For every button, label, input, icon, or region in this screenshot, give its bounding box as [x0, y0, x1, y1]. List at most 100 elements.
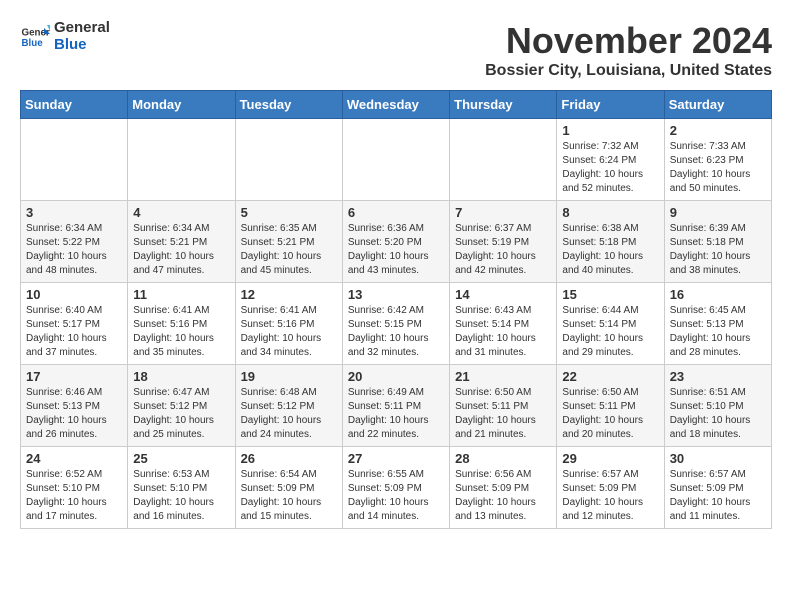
day-info: Sunrise: 7:33 AM Sunset: 6:23 PM Dayligh…: [670, 140, 766, 196]
calendar-cell: [450, 119, 557, 201]
day-info: Sunrise: 6:41 AM Sunset: 5:16 PM Dayligh…: [133, 304, 229, 360]
day-number: 25: [133, 451, 229, 466]
day-number: 14: [455, 287, 551, 302]
day-number: 6: [348, 205, 444, 220]
day-number: 4: [133, 205, 229, 220]
weekday-header-sunday: Sunday: [21, 91, 128, 119]
calendar-week-row: 17Sunrise: 6:46 AM Sunset: 5:13 PM Dayli…: [21, 365, 772, 447]
calendar-cell: [235, 119, 342, 201]
day-number: 3: [26, 205, 122, 220]
calendar-cell: 15 Sunrise: 6:44 AM Sunset: 5:14 PM Dayli…: [557, 283, 664, 365]
day-info: Sunrise: 6:36 AM Sunset: 5:20 PM Dayligh…: [348, 222, 444, 278]
day-number: 21: [455, 369, 551, 384]
day-info: Sunrise: 6:40 AM Sunset: 5:17 PM Dayligh…: [26, 304, 122, 360]
calendar-cell: 8 Sunrise: 6:38 AM Sunset: 5:18 PM Daylig…: [557, 201, 664, 283]
day-number: 30: [670, 451, 766, 466]
weekday-header-thursday: Thursday: [450, 91, 557, 119]
day-number: 8: [562, 205, 658, 220]
day-info: Sunrise: 6:43 AM Sunset: 5:14 PM Dayligh…: [455, 304, 551, 360]
title-block: November 2024 Bossier City, Louisiana, U…: [485, 20, 772, 80]
calendar-week-row: 3 Sunrise: 6:34 AM Sunset: 5:22 PM Daylig…: [21, 201, 772, 283]
day-info: Sunrise: 6:55 AM Sunset: 5:09 PM Dayligh…: [348, 468, 444, 524]
calendar-cell: 23Sunrise: 6:51 AM Sunset: 5:10 PM Dayli…: [664, 365, 771, 447]
day-number: 9: [670, 205, 766, 220]
calendar-week-row: 10 Sunrise: 6:40 AM Sunset: 5:17 PM Dayli…: [21, 283, 772, 365]
day-number: 12: [241, 287, 337, 302]
month-title: November 2024: [485, 20, 772, 62]
day-info: Sunrise: 6:50 AM Sunset: 5:11 PM Dayligh…: [455, 386, 551, 442]
day-number: 26: [241, 451, 337, 466]
day-info: Sunrise: 6:49 AM Sunset: 5:11 PM Dayligh…: [348, 386, 444, 442]
weekday-header-wednesday: Wednesday: [342, 91, 449, 119]
calendar-cell: 10 Sunrise: 6:40 AM Sunset: 5:17 PM Dayli…: [21, 283, 128, 365]
calendar-cell: 29 Sunrise: 6:57 AM Sunset: 5:09 PM Dayli…: [557, 447, 664, 529]
day-info: Sunrise: 6:35 AM Sunset: 5:21 PM Dayligh…: [241, 222, 337, 278]
calendar-cell: [21, 119, 128, 201]
day-info: Sunrise: 6:47 AM Sunset: 5:12 PM Dayligh…: [133, 386, 229, 442]
calendar-cell: 27 Sunrise: 6:55 AM Sunset: 5:09 PM Dayli…: [342, 447, 449, 529]
day-info: Sunrise: 6:54 AM Sunset: 5:09 PM Dayligh…: [241, 468, 337, 524]
day-info: Sunrise: 6:52 AM Sunset: 5:10 PM Dayligh…: [26, 468, 122, 524]
calendar-cell: 25Sunrise: 6:53 AM Sunset: 5:10 PM Dayli…: [128, 447, 235, 529]
calendar-cell: 4 Sunrise: 6:34 AM Sunset: 5:21 PM Daylig…: [128, 201, 235, 283]
day-number: 18: [133, 369, 229, 384]
calendar-cell: 24Sunrise: 6:52 AM Sunset: 5:10 PM Dayli…: [21, 447, 128, 529]
day-number: 23: [670, 369, 766, 384]
page-header: General Blue General Blue November 2024 …: [20, 20, 772, 80]
calendar-cell: 12Sunrise: 6:41 AM Sunset: 5:16 PM Dayli…: [235, 283, 342, 365]
logo-general: General: [54, 20, 110, 37]
calendar-cell: 7 Sunrise: 6:37 AM Sunset: 5:19 PM Daylig…: [450, 201, 557, 283]
day-number: 11: [133, 287, 229, 302]
calendar-cell: 6 Sunrise: 6:36 AM Sunset: 5:20 PM Daylig…: [342, 201, 449, 283]
day-number: 29: [562, 451, 658, 466]
calendar-cell: 9Sunrise: 6:39 AM Sunset: 5:18 PM Daylig…: [664, 201, 771, 283]
day-number: 5: [241, 205, 337, 220]
day-info: Sunrise: 6:38 AM Sunset: 5:18 PM Dayligh…: [562, 222, 658, 278]
calendar-cell: 16Sunrise: 6:45 AM Sunset: 5:13 PM Dayli…: [664, 283, 771, 365]
day-info: Sunrise: 6:50 AM Sunset: 5:11 PM Dayligh…: [562, 386, 658, 442]
weekday-header-monday: Monday: [128, 91, 235, 119]
day-info: Sunrise: 6:56 AM Sunset: 5:09 PM Dayligh…: [455, 468, 551, 524]
calendar-cell: 28Sunrise: 6:56 AM Sunset: 5:09 PM Dayli…: [450, 447, 557, 529]
calendar-cell: 19Sunrise: 6:48 AM Sunset: 5:12 PM Dayli…: [235, 365, 342, 447]
location-subtitle: Bossier City, Louisiana, United States: [485, 62, 772, 80]
logo-icon: General Blue: [20, 22, 50, 52]
calendar-cell: 21 Sunrise: 6:50 AM Sunset: 5:11 PM Dayli…: [450, 365, 557, 447]
calendar-cell: 14 Sunrise: 6:43 AM Sunset: 5:14 PM Dayli…: [450, 283, 557, 365]
weekday-header-saturday: Saturday: [664, 91, 771, 119]
day-info: Sunrise: 7:32 AM Sunset: 6:24 PM Dayligh…: [562, 140, 658, 196]
day-number: 10: [26, 287, 122, 302]
svg-text:Blue: Blue: [22, 38, 44, 49]
day-info: Sunrise: 6:57 AM Sunset: 5:09 PM Dayligh…: [562, 468, 658, 524]
calendar-cell: 2 Sunrise: 7:33 AM Sunset: 6:23 PM Daylig…: [664, 119, 771, 201]
calendar-cell: 13 Sunrise: 6:42 AM Sunset: 5:15 PM Dayli…: [342, 283, 449, 365]
day-info: Sunrise: 6:42 AM Sunset: 5:15 PM Dayligh…: [348, 304, 444, 360]
day-number: 22: [562, 369, 658, 384]
day-info: Sunrise: 6:44 AM Sunset: 5:14 PM Dayligh…: [562, 304, 658, 360]
day-number: 20: [348, 369, 444, 384]
calendar-cell: 18 Sunrise: 6:47 AM Sunset: 5:12 PM Dayli…: [128, 365, 235, 447]
calendar-cell: 22 Sunrise: 6:50 AM Sunset: 5:11 PM Dayli…: [557, 365, 664, 447]
calendar-cell: 5 Sunrise: 6:35 AM Sunset: 5:21 PM Daylig…: [235, 201, 342, 283]
calendar-cell: 20 Sunrise: 6:49 AM Sunset: 5:11 PM Dayli…: [342, 365, 449, 447]
calendar-cell: 17Sunrise: 6:46 AM Sunset: 5:13 PM Dayli…: [21, 365, 128, 447]
day-info: Sunrise: 6:34 AM Sunset: 5:22 PM Dayligh…: [26, 222, 122, 278]
day-info: Sunrise: 6:37 AM Sunset: 5:19 PM Dayligh…: [455, 222, 551, 278]
logo: General Blue General Blue: [20, 20, 110, 53]
calendar-cell: [128, 119, 235, 201]
calendar-week-row: 1Sunrise: 7:32 AM Sunset: 6:24 PM Daylig…: [21, 119, 772, 201]
weekday-header-tuesday: Tuesday: [235, 91, 342, 119]
calendar-cell: 3 Sunrise: 6:34 AM Sunset: 5:22 PM Daylig…: [21, 201, 128, 283]
day-number: 27: [348, 451, 444, 466]
day-number: 13: [348, 287, 444, 302]
day-number: 15: [562, 287, 658, 302]
day-number: 7: [455, 205, 551, 220]
day-info: Sunrise: 6:45 AM Sunset: 5:13 PM Dayligh…: [670, 304, 766, 360]
calendar-header-row: SundayMondayTuesdayWednesdayThursdayFrid…: [21, 91, 772, 119]
day-info: Sunrise: 6:34 AM Sunset: 5:21 PM Dayligh…: [133, 222, 229, 278]
calendar-cell: 1Sunrise: 7:32 AM Sunset: 6:24 PM Daylig…: [557, 119, 664, 201]
calendar-cell: [342, 119, 449, 201]
day-number: 17: [26, 369, 122, 384]
weekday-header-friday: Friday: [557, 91, 664, 119]
day-number: 2: [670, 123, 766, 138]
